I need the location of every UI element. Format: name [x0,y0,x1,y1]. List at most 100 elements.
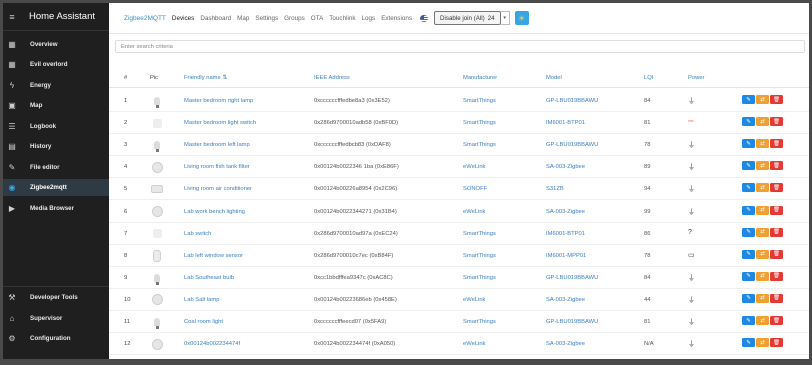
model-link[interactable]: SA-003-Zigbee [546,341,585,347]
edit-button[interactable]: ✎ [742,183,755,193]
nav-dashboard[interactable]: Dashboard [200,15,231,22]
nav-ota[interactable]: OTA [311,15,323,22]
device-name-link[interactable]: Living room air conditioner [184,186,252,192]
model-link[interactable]: IM6001-BTP01 [546,231,585,237]
sidebar-item-map[interactable]: ▣ Map [3,97,109,114]
manufacturer-link[interactable]: SmartThings [463,275,496,281]
manufacturer-link[interactable]: eWeLink [463,297,485,303]
device-name-link[interactable]: Lab Southeast bulb [184,275,234,281]
edit-button[interactable]: ✎ [742,249,755,259]
sidebar-item-media-browser[interactable]: ▶ Media Browser [3,200,109,217]
device-name-link[interactable]: Lab work bench lighting [184,209,245,215]
manufacturer-link[interactable]: SmartThings [463,231,496,237]
edit-button[interactable]: ✎ [742,161,755,171]
header-lqi[interactable]: LQI [644,75,653,81]
delete-button[interactable]: 🗑 [770,249,783,259]
rename-button[interactable]: ⇄ [756,205,769,215]
device-name-link[interactable]: Master bedroom right lamp [184,98,253,104]
sidebar-item-configuration[interactable]: ⚙ Configuration [3,330,109,347]
model-link[interactable]: GP-LBU019BBAWU [546,142,598,148]
header-ieee[interactable]: IEEE Address [314,75,350,81]
device-name-link[interactable]: Lab left window sensor [184,253,243,259]
device-name-link[interactable]: Lab Salt lamp [184,297,219,303]
manufacturer-link[interactable]: eWeLink [463,341,485,347]
edit-button[interactable]: ✎ [742,316,755,325]
nav-map[interactable]: Map [237,15,249,22]
delete-button[interactable]: 🗑 [770,316,783,325]
rename-button[interactable]: ⇄ [756,161,769,171]
header-friendly-name[interactable]: Friendly name ⇅ [184,75,227,81]
header-power[interactable]: Power [688,75,704,81]
edit-button[interactable]: ✎ [742,338,755,348]
model-link[interactable]: S31ZB [546,186,564,192]
header-manufacturer[interactable]: Manufacturer [463,75,497,81]
sidebar-item-overview[interactable]: ▦ Overview [3,36,109,53]
search-input[interactable] [115,40,805,53]
rename-button[interactable]: ⇄ [756,293,769,303]
nav-touchlink[interactable]: Touchlink [329,15,355,22]
manufacturer-link[interactable]: SmartThings [463,253,496,259]
device-name-link[interactable]: Master bedroom left lamp [184,142,250,148]
delete-button[interactable]: 🗑 [770,338,783,348]
device-name-link[interactable]: Coal room light [184,319,223,325]
sidebar-item-supervisor[interactable]: ⌂ Supervisor [3,310,109,327]
sort-icon[interactable]: ⇅ [222,75,227,81]
header-model[interactable]: Model [546,75,562,81]
theme-toggle-icon[interactable]: ☀ [514,11,529,25]
rename-button[interactable]: ⇄ [756,316,769,325]
sidebar-item-energy[interactable]: ϟ Energy [3,77,109,94]
brand-link[interactable]: Zigbee2MQTT [124,15,166,22]
delete-button[interactable]: 🗑 [770,117,783,127]
sidebar-item-zigbee2mqtt[interactable]: ◉ Zigbee2mqtt [3,179,109,196]
nav-groups[interactable]: Groups [284,15,305,22]
edit-button[interactable]: ✎ [742,293,755,303]
model-link[interactable]: GP-LBU019BBAWU [546,98,598,104]
edit-button[interactable]: ✎ [742,95,755,104]
model-link[interactable]: SA-003-Zigbee [546,164,585,170]
sidebar-item-evil-overlord[interactable]: ▦ Evil overlord [3,56,109,73]
delete-button[interactable]: 🗑 [770,161,783,171]
model-link[interactable]: GP-LBU019BBAWU [546,275,598,281]
device-name-link[interactable]: Lab switch [184,231,211,237]
manufacturer-link[interactable]: SmartThings [463,120,496,126]
manufacturer-link[interactable]: SONOFF [463,186,487,192]
rename-button[interactable]: ⇄ [756,338,769,348]
edit-button[interactable]: ✎ [742,227,755,237]
model-link[interactable]: SA-003-Zigbee [546,209,585,215]
language-flag-icon[interactable] [420,14,429,22]
device-name-link[interactable]: Master bedroom light switch [184,120,256,126]
device-name-link[interactable]: 0x00124b002234474f [184,341,240,347]
manufacturer-link[interactable]: eWeLink [463,209,485,215]
model-link[interactable]: SA-003-Zigbee [546,297,585,303]
rename-button[interactable]: ⇄ [756,139,769,149]
model-link[interactable]: IM6001-BTP01 [546,120,585,126]
delete-button[interactable]: 🗑 [770,139,783,149]
rename-button[interactable]: ⇄ [756,95,769,104]
manufacturer-link[interactable]: SmartThings [463,319,496,325]
manufacturer-link[interactable]: SmartThings [463,142,496,148]
delete-button[interactable]: 🗑 [770,271,783,281]
model-link[interactable]: GP-LBU019BBAWU [546,319,598,325]
manufacturer-link[interactable]: SmartThings [463,98,496,104]
delete-button[interactable]: 🗑 [770,227,783,237]
disable-join-button[interactable]: Disable join (All) 24 [434,11,501,25]
sidebar-item-history[interactable]: ▤ History [3,138,109,155]
nav-devices[interactable]: Devices [172,15,194,22]
delete-button[interactable]: 🗑 [770,293,783,303]
sidebar-item-file-editor[interactable]: ✎ File editor [3,159,109,176]
delete-button[interactable]: 🗑 [770,95,783,104]
manufacturer-link[interactable]: eWeLink [463,164,485,170]
delete-button[interactable]: 🗑 [770,183,783,193]
nav-settings[interactable]: Settings [255,15,278,22]
rename-button[interactable]: ⇄ [756,117,769,127]
model-link[interactable]: IM6001-MPP01 [546,253,586,259]
edit-button[interactable]: ✎ [742,117,755,127]
nav-logs[interactable]: Logs [362,15,376,22]
join-dropdown-toggle[interactable]: ▾ [500,11,510,25]
delete-button[interactable]: 🗑 [770,205,783,215]
rename-button[interactable]: ⇄ [756,227,769,237]
rename-button[interactable]: ⇄ [756,271,769,281]
nav-extensions[interactable]: Extensions [381,15,412,22]
sidebar-item-developer-tools[interactable]: ⚒ Developer Tools [3,289,109,306]
rename-button[interactable]: ⇄ [756,183,769,193]
